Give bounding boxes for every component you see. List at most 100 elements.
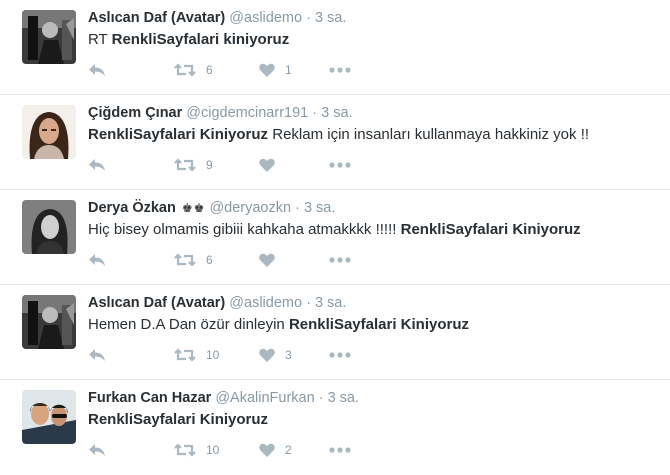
hashtag-text[interactable]: RenkliSayfalari Kiniyoruz: [88, 411, 268, 428]
retweet-count: 10: [206, 443, 220, 457]
more-button[interactable]: [329, 67, 351, 73]
separator-dot: ·: [295, 200, 300, 216]
reply-icon: [89, 444, 105, 456]
like-button[interactable]: [259, 158, 329, 172]
more-button[interactable]: [329, 257, 351, 263]
more-dots-icon: [329, 447, 351, 453]
tweet-text: RenkliSayfalari Kiniyoruz Reklam için in…: [88, 125, 658, 145]
author-handle[interactable]: @AkalinFurkan: [215, 390, 314, 406]
avatar[interactable]: [22, 390, 76, 444]
tweet-text: RT RenkliSayfalari kiniyoruz: [88, 30, 658, 50]
tweet[interactable]: Aslıcan Daf (Avatar) @aslidemo · 3 sa. R…: [0, 0, 670, 95]
crown-badges: ♚♚: [181, 201, 206, 215]
more-dots-icon: [329, 162, 351, 168]
retweet-button[interactable]: 6: [174, 63, 259, 77]
retweet-button[interactable]: 9: [174, 158, 259, 172]
author-handle[interactable]: @aslidemo: [229, 295, 302, 311]
avatar[interactable]: [22, 295, 76, 349]
tweet-time[interactable]: 3 sa.: [304, 200, 335, 216]
tweet-feed: Aslıcan Daf (Avatar) @aslidemo · 3 sa. R…: [0, 0, 670, 475]
author-name[interactable]: Aslıcan Daf (Avatar): [88, 10, 225, 26]
like-count: 2: [285, 443, 292, 457]
hashtag-text[interactable]: RenkliSayfalari kiniyoruz: [112, 31, 290, 48]
avatar[interactable]: [22, 200, 76, 254]
tweet[interactable]: Aslıcan Daf (Avatar) @aslidemo · 3 sa. H…: [0, 285, 670, 380]
avatar-woman-portrait-icon: [22, 105, 76, 159]
heart-icon: [259, 443, 275, 457]
retweet-count: 6: [206, 253, 213, 267]
tweet-time[interactable]: 3 sa.: [315, 10, 346, 26]
tweet-actions: 10 2: [88, 440, 351, 460]
retweet-button[interactable]: 6: [174, 253, 259, 267]
retweet-count: 6: [206, 63, 213, 77]
reply-button[interactable]: [88, 63, 174, 77]
more-dots-icon: [329, 257, 351, 263]
more-dots-icon: [329, 352, 351, 358]
reply-icon: [89, 159, 105, 171]
author-name[interactable]: Derya Özkan: [88, 200, 176, 216]
tweet-actions: 6 1: [88, 60, 351, 80]
more-button[interactable]: [329, 447, 351, 453]
reply-button[interactable]: [88, 348, 174, 362]
author-name[interactable]: Furkan Can Hazar: [88, 390, 211, 406]
retweet-icon: [174, 348, 196, 362]
tweet-text: Hiç bisey olmamis gibiii kahkaha atmakkk…: [88, 220, 658, 240]
author-handle[interactable]: @aslidemo: [229, 10, 302, 26]
separator-dot: ·: [306, 10, 311, 26]
separator-dot: ·: [306, 295, 311, 311]
tweet-header: Aslıcan Daf (Avatar) @aslidemo · 3 sa.: [88, 294, 658, 312]
author-handle[interactable]: @cigdemcinarr191: [186, 105, 308, 121]
more-button[interactable]: [329, 162, 351, 168]
hashtag-text[interactable]: RenkliSayfalari Kiniyoruz: [88, 126, 268, 143]
tweet[interactable]: Çiğdem Çınar @cigdemcinarr191 · 3 sa. Re…: [0, 95, 670, 190]
reply-button[interactable]: [88, 158, 174, 172]
avatar-couple-photo-icon: [22, 390, 76, 444]
reply-button[interactable]: [88, 253, 174, 267]
tweet-actions: 6: [88, 250, 351, 270]
tweet-time[interactable]: 3 sa.: [321, 105, 352, 121]
like-button[interactable]: 3: [259, 348, 329, 362]
retweet-count: 10: [206, 348, 220, 362]
tweet-actions: 10 3: [88, 345, 351, 365]
retweet-count: 9: [206, 158, 213, 172]
retweet-button[interactable]: 10: [174, 443, 259, 457]
tweet-text: RenkliSayfalari Kiniyoruz: [88, 410, 658, 430]
heart-icon: [259, 158, 275, 172]
tweet-actions: 9: [88, 155, 351, 175]
reply-icon: [89, 64, 105, 76]
reply-icon: [89, 349, 105, 361]
tweet-time[interactable]: 3 sa.: [328, 390, 359, 406]
retweet-icon: [174, 443, 196, 457]
retweet-button[interactable]: 10: [174, 348, 259, 362]
retweet-icon: [174, 63, 196, 77]
more-button[interactable]: [329, 352, 351, 358]
tweet[interactable]: Derya Özkan ♚♚ @deryaozkn · 3 sa. Hiç bi…: [0, 190, 670, 285]
author-handle[interactable]: @deryaozkn: [209, 200, 291, 216]
heart-icon: [259, 348, 275, 362]
author-name[interactable]: Çiğdem Çınar: [88, 105, 182, 121]
tweet[interactable]: Furkan Can Hazar @AkalinFurkan · 3 sa. R…: [0, 380, 670, 475]
like-button[interactable]: [259, 253, 329, 267]
retweet-icon: [174, 253, 196, 267]
tweet-header: Furkan Can Hazar @AkalinFurkan · 3 sa.: [88, 389, 658, 407]
hashtag-text[interactable]: RenkliSayfalari Kiniyoruz: [401, 221, 581, 238]
tweet-time[interactable]: 3 sa.: [315, 295, 346, 311]
tweet-text: Hemen D.A Dan özür dinleyin RenkliSayfal…: [88, 315, 658, 335]
like-button[interactable]: 1: [259, 63, 329, 77]
hashtag-text[interactable]: RenkliSayfalari Kiniyoruz: [289, 316, 469, 333]
avatar-bw-portrait-icon: [22, 200, 76, 254]
tweet-text-before: Hemen D.A Dan özür dinleyin: [88, 316, 289, 333]
tweet-text-before: RT: [88, 31, 112, 48]
separator-dot: ·: [312, 105, 318, 121]
tweet-text-after: Reklam için insanları kullanmaya hakkini…: [268, 126, 590, 143]
author-name[interactable]: Aslıcan Daf (Avatar): [88, 295, 225, 311]
tweet-header: Çiğdem Çınar @cigdemcinarr191 · 3 sa.: [88, 104, 658, 122]
avatar[interactable]: [22, 10, 76, 64]
reply-button[interactable]: [88, 443, 174, 457]
like-button[interactable]: 2: [259, 443, 329, 457]
reply-icon: [89, 254, 105, 266]
avatar[interactable]: [22, 105, 76, 159]
tweet-text-before: Hiç bisey olmamis gibiii kahkaha atmakkk…: [88, 221, 401, 238]
avatar-bw-photo-icon: [22, 10, 76, 64]
separator-dot: ·: [318, 390, 324, 406]
